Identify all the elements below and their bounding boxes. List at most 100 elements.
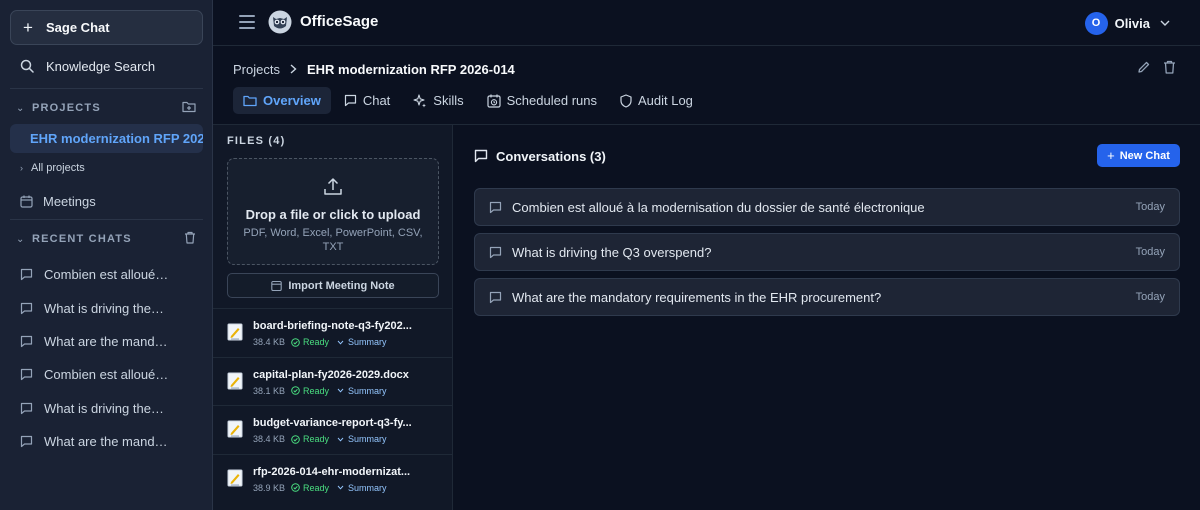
file-name: board-briefing-note-q3-fy202...	[253, 320, 412, 332]
all-projects-label: All projects	[31, 162, 85, 174]
conversation-row[interactable]: What are the mandatory requirements in t…	[474, 278, 1180, 316]
sidebar-divider	[10, 88, 203, 89]
sidebar-item-meetings[interactable]: Meetings	[10, 189, 203, 213]
summary-toggle[interactable]: Summary	[348, 337, 387, 347]
document-icon	[227, 469, 243, 486]
user-menu[interactable]: O Olivia	[1084, 11, 1170, 35]
import-meeting-note-button[interactable]: Import Meeting Note	[227, 273, 439, 298]
chevron-down-icon: ⌄	[16, 233, 25, 245]
status-badge: Ready	[303, 434, 330, 444]
chat-bubble-icon	[489, 291, 502, 303]
tab-label: Chat	[362, 93, 391, 108]
recent-chats-section-header[interactable]: ⌄ RECENT CHATS	[16, 231, 196, 247]
sidebar: + Sage Chat Knowledge Search ⌄ PROJECTS …	[0, 0, 213, 510]
plus-icon: +	[1107, 148, 1115, 163]
conversation-timestamp: Today	[1135, 201, 1165, 213]
tab-audit-log[interactable]: Audit Log	[610, 87, 703, 114]
active-project-label: EHR modernization RFP 2026-014	[30, 131, 203, 146]
recent-chat-item[interactable]: What is driving the…	[10, 291, 203, 324]
recent-chat-label: What are the mand…	[44, 333, 168, 349]
file-meta: 38.4 KB Ready Summary	[253, 337, 387, 347]
recent-chat-item[interactable]: What are the mand…	[10, 325, 203, 358]
recent-chat-label: What is driving the…	[44, 300, 164, 316]
file-meta: 38.4 KB Ready Summary	[253, 434, 387, 444]
chevron-down-icon	[337, 485, 344, 490]
recent-chat-label: Combien est alloué…	[44, 367, 169, 383]
new-folder-icon[interactable]	[182, 100, 196, 113]
sage-chat-label: Sage Chat	[46, 20, 110, 35]
chevron-right-icon	[290, 64, 297, 74]
chat-bubble-icon	[20, 302, 33, 314]
file-size: 38.4 KB	[253, 434, 286, 444]
page-title: EHR modernization RFP 2026-014	[306, 61, 515, 77]
conversation-title: Combien est alloué à la modernisation du…	[512, 199, 925, 215]
sparkles-icon	[413, 93, 427, 107]
search-icon	[20, 59, 34, 73]
calendar-icon	[20, 195, 33, 208]
conversation-row[interactable]: Combien est alloué à la modernisation du…	[474, 188, 1180, 226]
shield-icon	[620, 93, 632, 108]
chat-bubble-icon	[20, 269, 33, 281]
file-row[interactable]: board-briefing-note-q3-fy202... 38.4 KB …	[213, 308, 453, 357]
new-chat-label: New Chat	[1119, 149, 1170, 162]
breadcrumb: Projects EHR modernization RFP 2026-014	[233, 60, 515, 78]
breadcrumb-projects-link[interactable]: Projects	[233, 62, 280, 77]
tab-skills[interactable]: Skills	[403, 87, 473, 114]
knowledge-search-label: Knowledge Search	[46, 58, 156, 74]
plus-icon: +	[23, 18, 33, 37]
chat-bubble-icon	[20, 335, 33, 348]
status-badge: Ready	[303, 337, 330, 347]
document-icon	[227, 420, 243, 438]
summary-toggle[interactable]: Summary	[348, 386, 387, 396]
tab-overview[interactable]: Overview	[233, 87, 331, 114]
project-actions	[1137, 60, 1176, 74]
file-dropzone[interactable]: Drop a file or click to upload PDF, Word…	[227, 158, 439, 265]
file-name: capital-plan-fy2026-2029.docx	[253, 368, 409, 381]
avatar: O	[1084, 11, 1108, 35]
sidebar-item-active-project[interactable]: EHR modernization RFP 2026-014	[10, 124, 203, 153]
recent-chat-item[interactable]: What is driving the…	[10, 392, 203, 425]
tab-label: Overview	[263, 93, 321, 108]
trash-icon[interactable]	[184, 231, 196, 244]
new-chat-button[interactable]: + New Chat	[1097, 144, 1180, 167]
trash-icon[interactable]	[1163, 60, 1176, 74]
edit-icon[interactable]	[1137, 60, 1151, 74]
status-badge: Ready	[303, 385, 330, 396]
recent-chat-item[interactable]: Combien est alloué…	[10, 258, 203, 291]
chevron-down-icon	[337, 388, 344, 393]
check-circle-icon	[291, 386, 300, 395]
check-circle-icon	[291, 337, 300, 347]
tab-scheduled-runs[interactable]: Scheduled runs	[477, 87, 607, 114]
tab-chat[interactable]: Chat	[334, 87, 400, 114]
file-name: rfp-2026-014-ehr-modernizat...	[253, 465, 411, 478]
file-row[interactable]: rfp-2026-014-ehr-modernizat... 38.9 KB R…	[213, 453, 453, 503]
brand-name: OfficeSage	[300, 13, 379, 30]
recent-chat-item[interactable]: What are the mand…	[10, 425, 203, 458]
menu-icon[interactable]	[239, 15, 255, 29]
recent-chat-label: What is driving the…	[44, 400, 164, 416]
file-row[interactable]: budget-variance-report-q3-fy... 38.4 KB …	[213, 405, 453, 454]
recent-chat-item[interactable]: Combien est alloué…	[10, 358, 203, 391]
summary-toggle[interactable]: Summary	[348, 483, 387, 493]
projects-section-header[interactable]: ⌄ PROJECTS	[16, 100, 196, 116]
file-row[interactable]: capital-plan-fy2026-2029.docx 38.1 KB Re…	[213, 356, 453, 406]
calendar-icon	[271, 280, 283, 291]
dropzone-types: PDF, Word, Excel, PowerPoint, CSV, TXT	[243, 227, 423, 253]
summary-toggle[interactable]: Summary	[348, 434, 387, 444]
chat-bubble-icon	[20, 436, 33, 448]
conversations-title: Conversations (3)	[496, 148, 606, 164]
conversation-title: What are the mandatory requirements in t…	[512, 289, 882, 305]
all-projects-link[interactable]: › All projects	[20, 160, 85, 176]
tab-label: Skills	[433, 93, 464, 108]
projects-header-label: PROJECTS	[32, 102, 101, 114]
sage-chat-button[interactable]: + Sage Chat	[10, 10, 203, 45]
check-circle-icon	[291, 483, 300, 492]
conversation-row[interactable]: What is driving the Q3 overspend? Today	[474, 233, 1180, 271]
chevron-down-icon	[337, 437, 344, 442]
file-list: board-briefing-note-q3-fy202... 38.4 KB …	[213, 308, 453, 502]
file-meta: 38.1 KB Ready Summary	[253, 386, 387, 396]
upload-icon	[324, 178, 342, 195]
meetings-label: Meetings	[43, 193, 96, 209]
calendar-clock-icon	[487, 94, 501, 108]
knowledge-search-item[interactable]: Knowledge Search	[10, 53, 203, 79]
